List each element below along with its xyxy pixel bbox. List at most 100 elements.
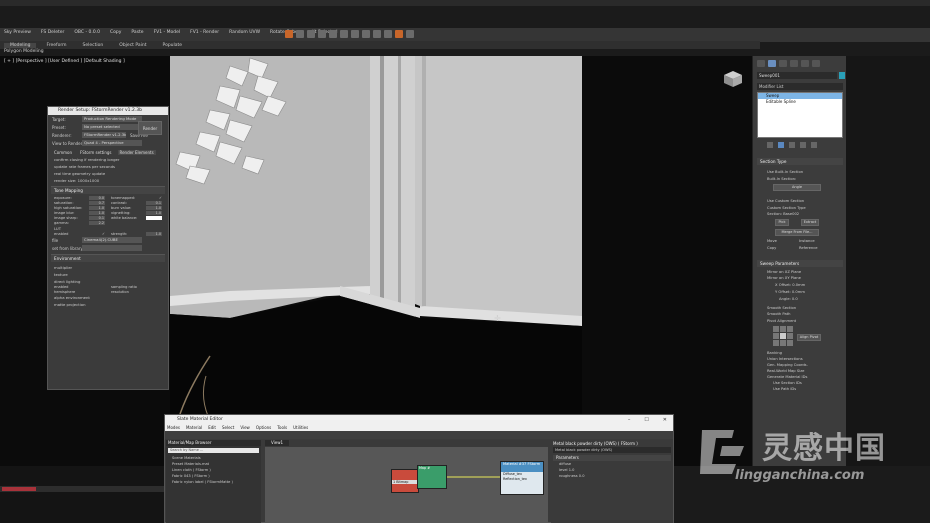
- sweep-option[interactable]: Mirror on XY Plane: [767, 276, 801, 280]
- tab-freeform[interactable]: Freeform: [40, 43, 72, 48]
- browser-search-input[interactable]: Search by Name ...: [168, 448, 259, 453]
- object-color-swatch[interactable]: [839, 72, 845, 79]
- tab-modeling[interactable]: Modeling: [4, 42, 37, 48]
- make-unique-icon[interactable]: [789, 142, 795, 148]
- modify-tab-icon[interactable]: [768, 60, 776, 67]
- viewcube-icon[interactable]: [722, 70, 744, 88]
- param-line[interactable]: roughness 0.0: [551, 473, 673, 479]
- sweep-option[interactable]: Gen. Mapping Coords.: [767, 363, 808, 367]
- sweep-option[interactable]: Smooth Section: [767, 306, 796, 310]
- render-icon[interactable]: [285, 30, 293, 38]
- rotate-icon[interactable]: [318, 30, 326, 38]
- section-option[interactable]: Use Custom Section: [767, 199, 804, 203]
- menu-select[interactable]: Select: [222, 425, 234, 430]
- menu-material[interactable]: Material: [186, 425, 202, 430]
- toolbar-item[interactable]: FS Deleter: [41, 30, 64, 35]
- time-slider-handle[interactable]: [2, 487, 36, 491]
- configure-sets-icon[interactable]: [811, 142, 817, 148]
- maximize-icon[interactable]: ☐: [644, 417, 648, 423]
- material-editor-icon[interactable]: [384, 30, 392, 38]
- scale-icon[interactable]: [329, 30, 337, 38]
- toolbar-item[interactable]: FV1 - Render: [190, 30, 219, 35]
- stack-item-editable-spline[interactable]: Editable Spline: [758, 99, 842, 105]
- view-tab[interactable]: View1: [265, 440, 290, 446]
- tab-object-paint[interactable]: Object Paint: [113, 43, 152, 48]
- menu-tools[interactable]: Tools: [277, 425, 287, 430]
- utilities-tab-icon[interactable]: [812, 60, 820, 67]
- built-in-section-select[interactable]: Angle: [773, 184, 821, 191]
- x-offset-spinner[interactable]: X Offset: 0.0mm: [775, 283, 805, 287]
- mirror-icon[interactable]: [351, 30, 359, 38]
- create-tab-icon[interactable]: [757, 60, 765, 67]
- sweep-option[interactable]: Real-World Map Size: [767, 369, 804, 373]
- lut-file-field[interactable]: Cinema4(2).CUBE: [82, 237, 142, 243]
- preset-select[interactable]: No preset selected: [82, 124, 142, 130]
- render-setup-icon[interactable]: [395, 30, 403, 38]
- toolbar-item[interactable]: OBC - 0.0.0: [74, 30, 100, 35]
- y-offset-spinner[interactable]: Y Offset: 0.0mm: [775, 290, 805, 294]
- toolbar-item[interactable]: Paste: [131, 30, 143, 35]
- tone-mapping-rollout[interactable]: Tone Mapping: [51, 186, 165, 194]
- copy-radio[interactable]: Copy: [767, 246, 776, 250]
- menu-options[interactable]: Options: [256, 425, 271, 430]
- close-icon[interactable]: ✕: [663, 417, 667, 423]
- sweep-option[interactable]: Use Path IDs: [773, 387, 796, 391]
- menu-utilities[interactable]: Utilities: [293, 425, 308, 430]
- target-select[interactable]: Production Rendering Mode: [82, 116, 142, 122]
- tab-populate[interactable]: Populate: [157, 43, 189, 48]
- minimize-icon[interactable]: –: [628, 417, 631, 423]
- layer-icon[interactable]: [373, 30, 381, 38]
- pick-button[interactable]: Pick: [775, 219, 789, 226]
- hierarchy-tab-icon[interactable]: [779, 60, 787, 67]
- tab-fstorm-settings[interactable]: FStorm settings: [78, 150, 113, 155]
- extract-button[interactable]: Extract: [801, 219, 819, 226]
- modifier-list-dropdown[interactable]: Modifier List: [757, 83, 843, 90]
- remove-modifier-icon[interactable]: [800, 142, 806, 148]
- move-icon[interactable]: [307, 30, 315, 38]
- lut-enabled-checkbox[interactable]: enabled ✓: [54, 232, 105, 236]
- angle-spinner[interactable]: Angle: 0.0: [779, 297, 798, 301]
- pivot-alignment-grid[interactable]: [773, 326, 793, 346]
- display-tab-icon[interactable]: [801, 60, 809, 67]
- align-pivot-button[interactable]: Align Pivot: [797, 334, 821, 341]
- menu-view[interactable]: View: [240, 425, 250, 430]
- pin-stack-icon[interactable]: [767, 142, 773, 148]
- material-name-field[interactable]: Metal black powder dirty (OWS): [553, 447, 671, 453]
- view-select[interactable]: Quad 4 - Perspective: [82, 140, 142, 146]
- sweep-option[interactable]: Smooth Path: [767, 312, 791, 316]
- instance-radio[interactable]: Instance: [799, 239, 815, 243]
- menu-edit[interactable]: Edit: [208, 425, 216, 430]
- snap-icon[interactable]: [340, 30, 348, 38]
- section-option[interactable]: Use Built-In Section: [767, 170, 803, 174]
- toolbar-item[interactable]: FV1 - Model: [154, 30, 181, 35]
- move-radio[interactable]: Move: [767, 239, 777, 243]
- sweep-parameters-rollout[interactable]: Sweep Parameters: [757, 260, 843, 267]
- white-balance-swatch[interactable]: [146, 216, 162, 220]
- merge-from-file-button[interactable]: Merge From File...: [775, 229, 819, 236]
- tab-render-elements[interactable]: Render Elements: [117, 150, 156, 155]
- sweep-option[interactable]: Use Section IDs: [773, 381, 802, 385]
- node-view[interactable]: 1 Bitmap Map # Material #37 FStorm Diffu…: [265, 447, 548, 523]
- reference-radio[interactable]: Reference: [799, 246, 818, 250]
- sweep-option[interactable]: Mirror on XZ Plane: [767, 270, 801, 274]
- toolbar-item[interactable]: Sky Preview: [4, 30, 31, 35]
- select-icon[interactable]: [296, 30, 304, 38]
- section-type-rollout[interactable]: Section Type: [757, 158, 843, 165]
- renderer-select[interactable]: FStormRender v1.2.3b: [82, 132, 126, 138]
- align-icon[interactable]: [362, 30, 370, 38]
- object-name-field[interactable]: Sweep001: [757, 72, 837, 79]
- render-button[interactable]: Render: [138, 121, 162, 135]
- sweep-option[interactable]: Generate Material IDs: [767, 375, 807, 379]
- tab-selection[interactable]: Selection: [77, 43, 110, 48]
- show-end-result-icon[interactable]: [778, 142, 784, 148]
- sweep-option[interactable]: Union Intersections: [767, 357, 803, 361]
- toolbar-item[interactable]: Copy: [110, 30, 121, 35]
- viewport-label[interactable]: [ + ] [Perspective ] [User Defined ] [De…: [4, 59, 125, 64]
- sweep-option[interactable]: Banking: [767, 351, 782, 355]
- tab-common[interactable]: Common: [52, 150, 74, 155]
- motion-tab-icon[interactable]: [790, 60, 798, 67]
- environment-rollout[interactable]: Environment: [51, 254, 165, 262]
- toolbar-item[interactable]: Random UVW: [229, 30, 260, 35]
- render-frame-icon[interactable]: [406, 30, 414, 38]
- lut-library-select[interactable]: [82, 245, 142, 251]
